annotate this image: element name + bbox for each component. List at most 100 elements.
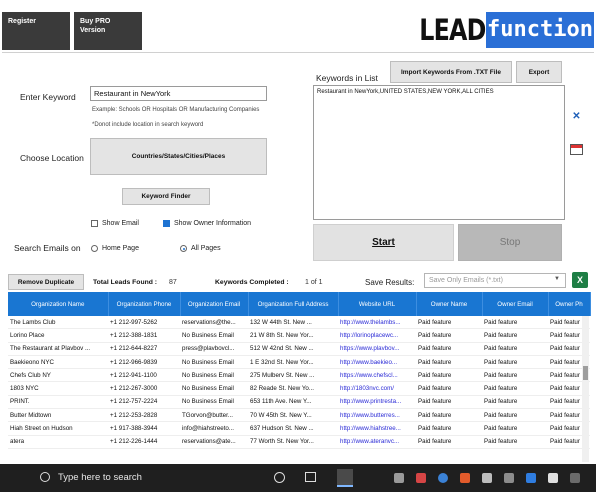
cell-website-url[interactable]: http://www.ateranvc... bbox=[338, 435, 416, 449]
register-button[interactable]: Register bbox=[2, 12, 70, 50]
table-row[interactable]: Lorino Place +1 212-388-1831 No Business E… bbox=[8, 328, 590, 343]
keywords-completed-label: Keywords Completed : bbox=[215, 279, 289, 286]
choose-location-button[interactable]: Countries/States/Cities/Places bbox=[90, 138, 267, 175]
table-row[interactable]: PRINT. +1 212-757-2224 No Business Email 65… bbox=[8, 395, 590, 410]
cell-owner-email: Paid feature bbox=[482, 328, 548, 343]
cell-website-url[interactable]: http://www.butterres... bbox=[338, 408, 416, 423]
save-results-dropdown[interactable]: Save Only Emails (*.txt) ▼ bbox=[424, 273, 566, 288]
table-row[interactable]: Baekieono NYC +1 212-966-9839 No Business … bbox=[8, 355, 590, 370]
start-label: Start bbox=[372, 237, 395, 248]
app-icon-3[interactable] bbox=[438, 473, 448, 483]
app-icon-5[interactable] bbox=[482, 473, 492, 483]
app-taskbar-icon[interactable] bbox=[337, 469, 353, 487]
stop-label: Stop bbox=[499, 237, 521, 248]
column-header-owner-email[interactable]: Owner Email bbox=[482, 292, 549, 316]
app-icon-6[interactable] bbox=[504, 473, 514, 483]
cell-website-url[interactable]: http://1803nvc.com/ bbox=[338, 381, 416, 396]
app-icon-8[interactable] bbox=[548, 473, 558, 483]
keywords-list-entry[interactable]: Restaurant in NewYork,UNITED STATES,NEW … bbox=[317, 89, 561, 95]
column-header-website-url[interactable]: Website URL bbox=[338, 292, 417, 316]
taskbar-search-box[interactable]: Type here to search bbox=[58, 472, 142, 483]
cell-org-name: atera bbox=[8, 435, 108, 449]
column-header-org-email[interactable]: Organization Email bbox=[180, 292, 249, 316]
import-keywords-button[interactable]: Import Keywords From .TXT File bbox=[390, 61, 512, 83]
cell-org-address: 653 11th Ave. New Y... bbox=[248, 395, 338, 410]
cell-owner-email: Paid feature bbox=[482, 408, 548, 423]
column-header-owner-phone[interactable]: Owner Ph bbox=[548, 292, 591, 316]
cortana-icon[interactable] bbox=[274, 472, 285, 483]
keyword-location-note: *Donot include location in search keywor… bbox=[92, 122, 204, 128]
cell-org-name: Chefs Club NY bbox=[8, 368, 108, 383]
export-button[interactable]: Export bbox=[516, 61, 562, 83]
column-header-owner-name[interactable]: Owner Name bbox=[416, 292, 483, 316]
cell-org-name: 1803 NYC bbox=[8, 381, 108, 396]
home-page-label: Home Page bbox=[102, 245, 139, 252]
cell-org-email: info@hiahstreeto... bbox=[180, 421, 248, 436]
logo-function-text: function bbox=[486, 12, 594, 48]
cell-website-url[interactable]: http://www.baekieo... bbox=[338, 355, 416, 370]
cell-owner-email: Paid feature bbox=[482, 435, 548, 449]
app-icon-7[interactable] bbox=[526, 473, 536, 483]
cell-website-url[interactable]: https://www.chefscl... bbox=[338, 368, 416, 383]
chevron-down-icon: ▼ bbox=[554, 276, 560, 282]
table-row[interactable]: The Restaurant at Plavbov ... +1 212-644-… bbox=[8, 342, 590, 356]
cell-org-email: press@plavbovcl... bbox=[180, 342, 248, 356]
show-owner-checkbox[interactable] bbox=[163, 220, 170, 227]
start-button[interactable]: Start bbox=[313, 224, 454, 261]
cell-website-url[interactable]: http://www.hiahstree... bbox=[338, 421, 416, 436]
cell-org-address: 1 E 32nd St. New Yor... bbox=[248, 355, 338, 370]
window-icon[interactable] bbox=[570, 144, 583, 155]
cell-owner-name: Paid feature bbox=[416, 408, 482, 423]
cell-org-phone: +1 212-226-1444 bbox=[108, 435, 180, 449]
cell-website-url[interactable]: http://lorinoplacewc... bbox=[338, 328, 416, 343]
cell-org-phone: +1 212-941-1100 bbox=[108, 368, 180, 383]
home-page-radio[interactable] bbox=[91, 245, 98, 252]
cell-owner-name: Paid feature bbox=[416, 421, 482, 436]
keywords-list[interactable]: Restaurant in NewYork,UNITED STATES,NEW … bbox=[313, 85, 565, 220]
table-scrollbar[interactable] bbox=[582, 316, 589, 462]
cell-org-email: No Business Email bbox=[180, 328, 248, 343]
cell-org-phone: +1 212-997-5262 bbox=[108, 316, 180, 330]
app-icon-1[interactable] bbox=[394, 473, 404, 483]
cell-website-url[interactable]: https://www.plavbov... bbox=[338, 342, 416, 356]
cell-org-address: 132 W 44th St. New ... bbox=[248, 316, 338, 330]
app-logo: LEAD function bbox=[416, 12, 594, 48]
table-row[interactable]: atera +1 212-226-1444 reservations@ate... 7… bbox=[8, 435, 590, 449]
buy-pro-button[interactable]: Buy PRO Version bbox=[74, 12, 142, 50]
location-label: Choose Location bbox=[20, 153, 84, 163]
all-pages-radio[interactable] bbox=[180, 245, 187, 252]
table-row[interactable]: The Lambs Club +1 212-997-5262 reservation… bbox=[8, 316, 590, 330]
cell-org-name: Hiah Street on Hudson bbox=[8, 421, 108, 436]
keyword-input[interactable]: Restaurant in NewYork bbox=[90, 86, 267, 101]
cell-owner-email: Paid feature bbox=[482, 342, 548, 356]
column-header-org-name[interactable]: Organization Name bbox=[8, 292, 109, 316]
stop-button[interactable]: Stop bbox=[458, 224, 562, 261]
clear-list-icon[interactable]: ✕ bbox=[570, 111, 583, 123]
table-row[interactable]: Hiah Street on Hudson +1 917-388-3944 info… bbox=[8, 421, 590, 436]
cell-website-url[interactable]: http://www.thelambs... bbox=[338, 316, 416, 330]
cell-org-phone: +1 212-966-9839 bbox=[108, 355, 180, 370]
cell-org-address: 512 W 42nd St. New ... bbox=[248, 342, 338, 356]
app-icon-4[interactable] bbox=[460, 473, 470, 483]
save-excel-icon[interactable]: X bbox=[572, 272, 588, 288]
app-icon-9[interactable] bbox=[570, 473, 580, 483]
cell-org-phone: +1 212-253-2828 bbox=[108, 408, 180, 423]
cell-org-phone: +1 212-644-8227 bbox=[108, 342, 180, 356]
logo-lead-text: LEAD bbox=[419, 13, 486, 47]
column-header-org-phone[interactable]: Organization Phone bbox=[108, 292, 181, 316]
cell-owner-name: Paid feature bbox=[416, 355, 482, 370]
table-scrollbar-thumb[interactable] bbox=[583, 366, 588, 380]
table-row[interactable]: Chefs Club NY +1 212-941-1100 No Business … bbox=[8, 368, 590, 383]
cell-website-url[interactable]: http://www.printresta... bbox=[338, 395, 416, 410]
table-row[interactable]: Butter Midtown +1 212-253-2828 TGorvon@but… bbox=[8, 408, 590, 423]
keyword-finder-button[interactable]: Keyword Finder bbox=[122, 188, 210, 205]
app-icon-2[interactable] bbox=[416, 473, 426, 483]
remove-duplicate-button[interactable]: Remove Duplicate bbox=[8, 274, 84, 290]
cell-org-address: 275 Mulberv St. New ... bbox=[248, 368, 338, 383]
table-row[interactable]: 1803 NYC +1 212-267-3000 No Business Email… bbox=[8, 381, 590, 396]
task-view-icon[interactable] bbox=[305, 472, 316, 482]
show-email-checkbox[interactable] bbox=[91, 220, 98, 227]
table-header-row: Organization Name Organization Phone Org… bbox=[8, 292, 591, 316]
column-header-org-address[interactable]: Organization Full Address bbox=[248, 292, 339, 316]
cell-org-name: PRINT. bbox=[8, 395, 108, 410]
